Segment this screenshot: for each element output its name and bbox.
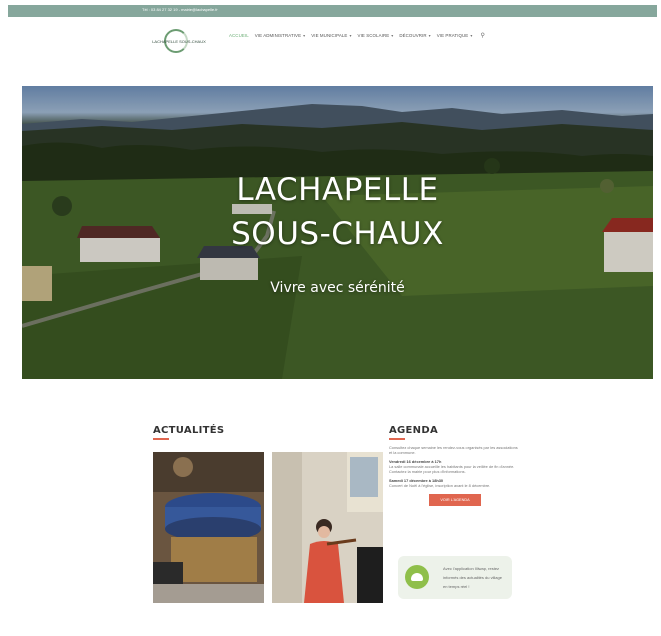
nav-item-label: VIE MUNICIPALE (311, 32, 348, 38)
nav-item-label: VIE PRATIQUE (436, 32, 469, 38)
app-promo-text: Avec l'application Illiwap, restez infor… (443, 566, 502, 589)
hero-banner: LACHAPELLE SOUS-CHAUX Vivre avec sérénit… (22, 86, 653, 379)
nav-item-label: VIE ADMINISTRATIVE (254, 32, 302, 38)
chevron-down-icon: ▾ (349, 32, 352, 38)
view-agenda-button[interactable]: VOIR L'AGENDA (429, 494, 481, 506)
nav-item-vie-administrative[interactable]: VIE ADMINISTRATIVE ▾ (255, 33, 305, 38)
top-bar: Tél : 03 84 27 32 19 - mairie@lachapelle… (8, 5, 657, 17)
chevron-down-icon: ▾ (470, 32, 473, 38)
site-logo[interactable]: LACHAPELLE SOUS-CHAUX (145, 29, 213, 57)
news-card-image-1[interactable] (153, 452, 264, 603)
logo-text: LACHAPELLE SOUS-CHAUX (152, 39, 206, 44)
app-promo-card[interactable]: Avec l'application Illiwap, restez infor… (398, 556, 512, 599)
agenda-panel: Consultez chaque semaine les rendez-vous… (389, 445, 521, 506)
nav-item-accueil[interactable]: ACCUEIL (229, 33, 249, 38)
event-text: La salle communale accueille les habitan… (389, 464, 515, 474)
agenda-event-1[interactable]: Vendredi 16 décembre à 17h La salle comm… (389, 459, 521, 474)
agenda-heading-text: AGENDA (389, 425, 438, 436)
search-icon[interactable]: ⚲ (480, 32, 484, 39)
hero-title-line1: LACHAPELLE (236, 172, 439, 208)
agenda-intro: Consultez chaque semaine les rendez-vous… (389, 445, 518, 455)
contact-info: Tél : 03 84 27 32 19 - mairie@lachapelle… (142, 7, 218, 12)
hero-title-line2: SOUS-CHAUX (231, 216, 444, 252)
hero-subtitle: Vivre avec sérénité (270, 280, 405, 296)
nav-item-decouvrir[interactable]: DÉCOUVRIR ▾ (399, 33, 430, 38)
news-heading-text: ACTUALITÉS (153, 425, 225, 436)
nav-item-label: DÉCOUVRIR (399, 32, 427, 38)
heading-underline (153, 438, 169, 440)
violinist-photo (272, 452, 383, 603)
nav-item-vie-pratique[interactable]: VIE PRATIQUE ▾ (437, 33, 473, 38)
chevron-down-icon: ▾ (428, 32, 431, 38)
site-header: LACHAPELLE SOUS-CHAUX ACCUEIL VIE ADMINI… (8, 17, 657, 63)
nav-item-label: VIE SCOLAIRE (357, 32, 390, 38)
news-card-image-2[interactable] (272, 452, 383, 603)
chevron-down-icon: ▾ (303, 32, 306, 38)
nav-item-vie-scolaire[interactable]: VIE SCOLAIRE ▾ (358, 33, 394, 38)
chevron-down-icon: ▾ (391, 32, 394, 38)
app-icon (405, 565, 429, 589)
event-text: Concert de Noël à l'église, inscription … (389, 483, 491, 488)
heading-underline (389, 438, 405, 440)
nav-item-label: ACCUEIL (229, 32, 249, 38)
nav-item-vie-municipale[interactable]: VIE MUNICIPALE ▾ (311, 33, 351, 38)
agenda-event-2[interactable]: Samedi 17 décembre à 18h30 Concert de No… (389, 478, 521, 488)
jar-photo (153, 452, 264, 603)
agenda-heading: AGENDA (389, 425, 438, 440)
news-heading: ACTUALITÉS (153, 425, 224, 440)
main-nav: ACCUEIL VIE ADMINISTRATIVE ▾ VIE MUNICIPA… (229, 30, 485, 40)
